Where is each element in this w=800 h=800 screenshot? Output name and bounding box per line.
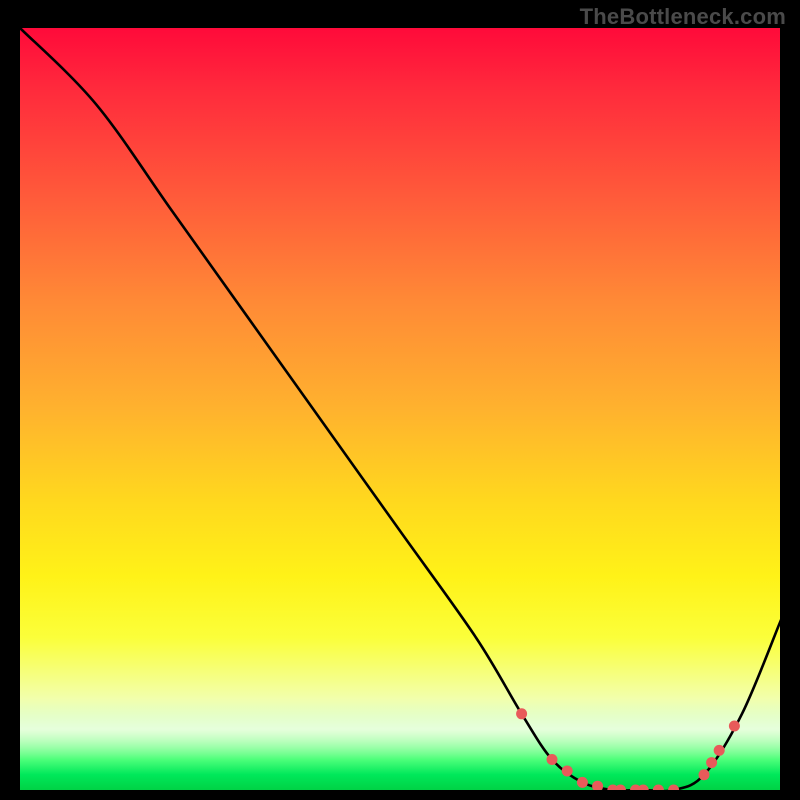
watermark-text: TheBottleneck.com <box>580 4 786 30</box>
curve-point <box>668 785 679 791</box>
curve-point <box>592 781 603 790</box>
curve-point <box>729 720 740 731</box>
curve-point <box>516 708 527 719</box>
curve-point <box>615 785 626 791</box>
curve-point <box>699 769 710 780</box>
bottleneck-curve-path <box>20 28 780 790</box>
highlighted-points <box>516 708 740 790</box>
curve-point <box>577 777 588 788</box>
chart-frame: TheBottleneck.com <box>0 0 800 800</box>
curve-point <box>706 757 717 768</box>
curve-point <box>714 745 725 756</box>
curve-layer <box>20 28 780 790</box>
curve-point <box>653 785 664 791</box>
curve-point <box>562 765 573 776</box>
curve-point <box>638 785 649 791</box>
plot-area <box>20 28 780 790</box>
curve-point <box>547 754 558 765</box>
